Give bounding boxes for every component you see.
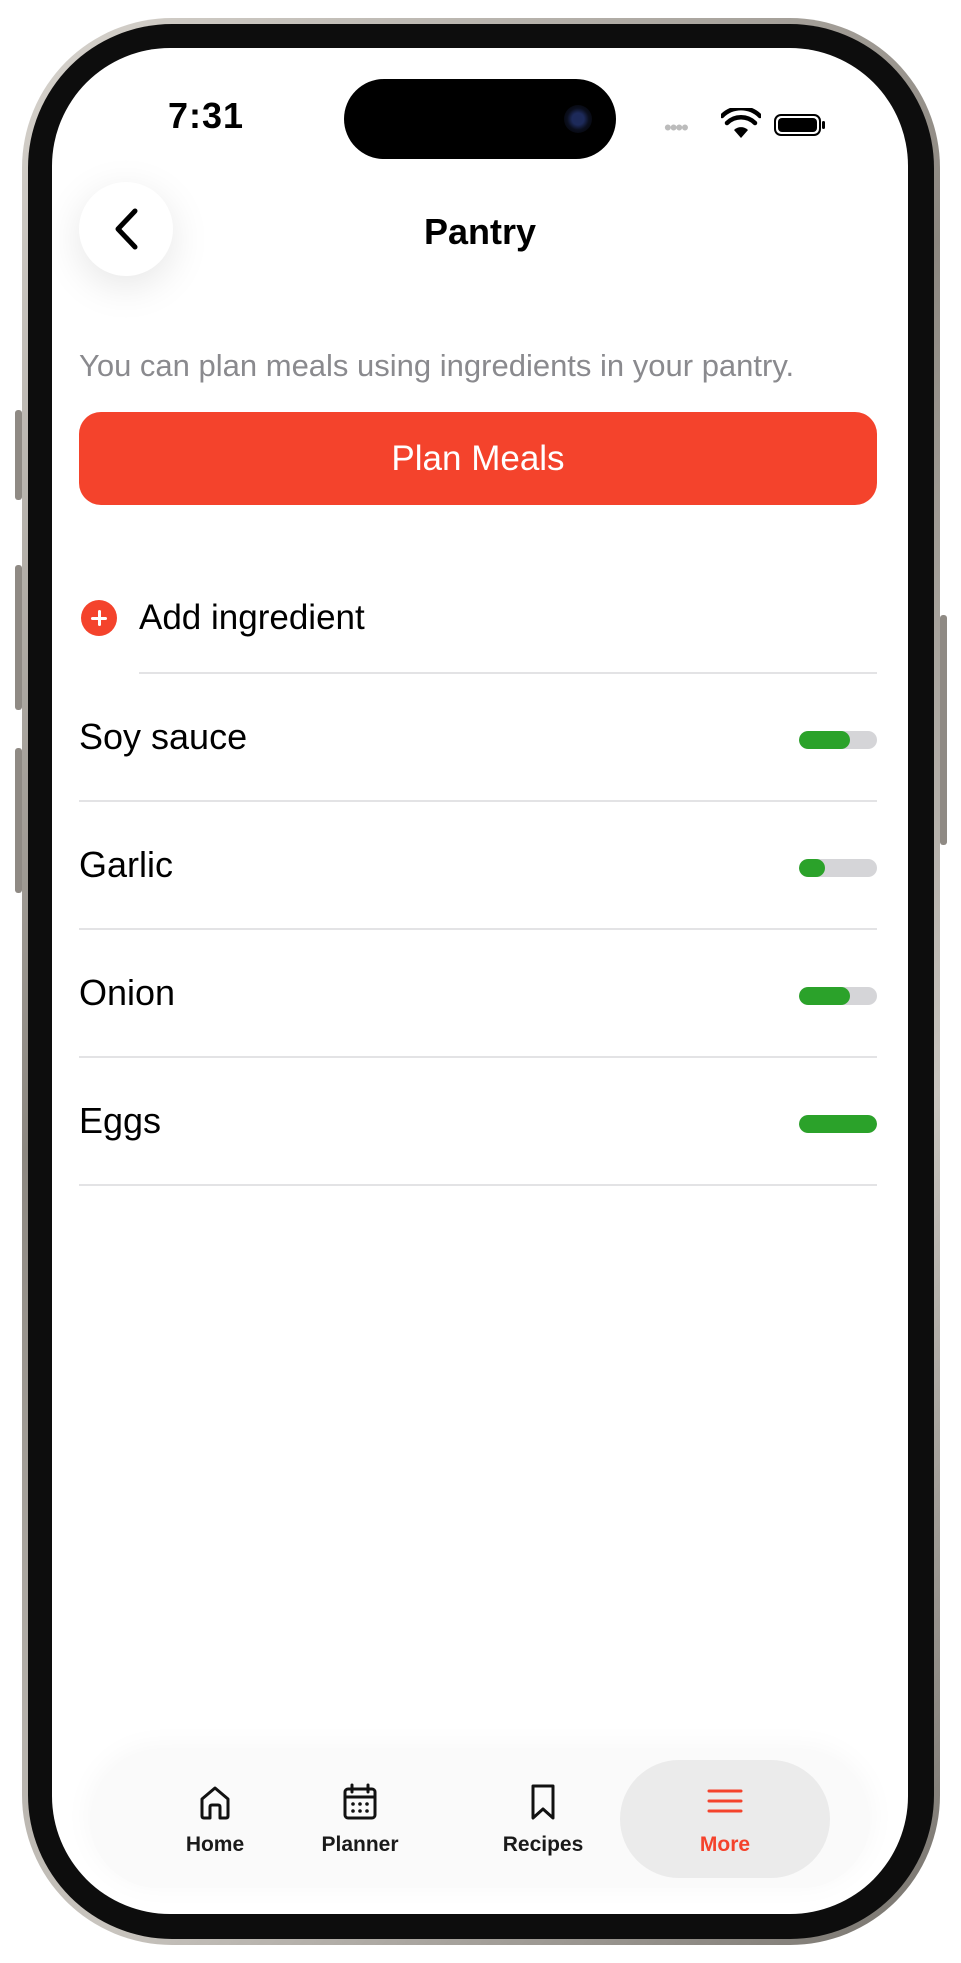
status-time: 7:31 <box>168 95 245 136</box>
stock-level-bar <box>799 987 877 1005</box>
tab-bar: Home Planner Recipes More <box>90 1752 870 1888</box>
page-description: You can plan meals using ingredients in … <box>79 348 795 383</box>
tab-recipes[interactable]: Recipes <box>458 1760 628 1878</box>
tab-label: More <box>699 1833 751 1856</box>
add-ingredient-button[interactable]: Add ingredient <box>79 588 365 648</box>
ingredient-row-onion[interactable]: Onion <box>79 930 877 1058</box>
stock-level-bar <box>799 731 877 749</box>
ingredient-name: Onion <box>79 972 176 1013</box>
plus-circle-icon <box>81 600 117 636</box>
tab-label: Recipes <box>502 1833 584 1856</box>
volume-up-button <box>15 565 22 710</box>
stock-level-bar <box>799 859 877 877</box>
tab-label: Planner <box>321 1833 399 1856</box>
page-title: Pantry <box>423 211 537 252</box>
ingredient-row-soy-sauce[interactable]: Soy sauce <box>79 674 877 802</box>
battery-icon <box>774 114 825 136</box>
menu-icon <box>707 1789 743 1813</box>
ingredient-name: Garlic <box>79 844 174 885</box>
home-icon <box>200 1786 230 1820</box>
stock-level-fill <box>799 859 825 877</box>
stock-level-bar <box>799 1115 877 1133</box>
wifi-icon <box>721 108 761 138</box>
tab-planner[interactable]: Planner <box>275 1760 445 1878</box>
plan-meals-button[interactable]: Plan Meals <box>79 412 877 505</box>
action-button <box>15 410 22 500</box>
ingredient-name: Eggs <box>79 1100 162 1141</box>
tab-label: Home <box>185 1833 245 1856</box>
tab-more[interactable]: More <box>620 1760 830 1878</box>
power-button <box>940 615 947 845</box>
camera-icon <box>564 105 592 133</box>
add-ingredient-label: Add ingredient <box>139 598 365 637</box>
phone-screen: 7:31 •••• Pantry You can plan meals usin… <box>52 48 908 1914</box>
ingredient-row-garlic[interactable]: Garlic <box>79 802 877 930</box>
ingredient-list: Soy sauce Garlic Onion Eggs <box>79 674 877 1186</box>
stock-level-fill <box>799 731 851 749</box>
ingredient-name: Soy sauce <box>79 716 248 757</box>
dynamic-island <box>344 79 616 159</box>
calendar-icon <box>343 1783 377 1820</box>
stock-level-fill <box>799 987 851 1005</box>
bookmark-icon <box>531 1784 555 1820</box>
volume-down-button <box>15 748 22 893</box>
ingredient-row-eggs[interactable]: Eggs <box>79 1058 877 1186</box>
signal-dots-icon: •••• <box>664 115 689 140</box>
stock-level-fill <box>799 1115 877 1133</box>
